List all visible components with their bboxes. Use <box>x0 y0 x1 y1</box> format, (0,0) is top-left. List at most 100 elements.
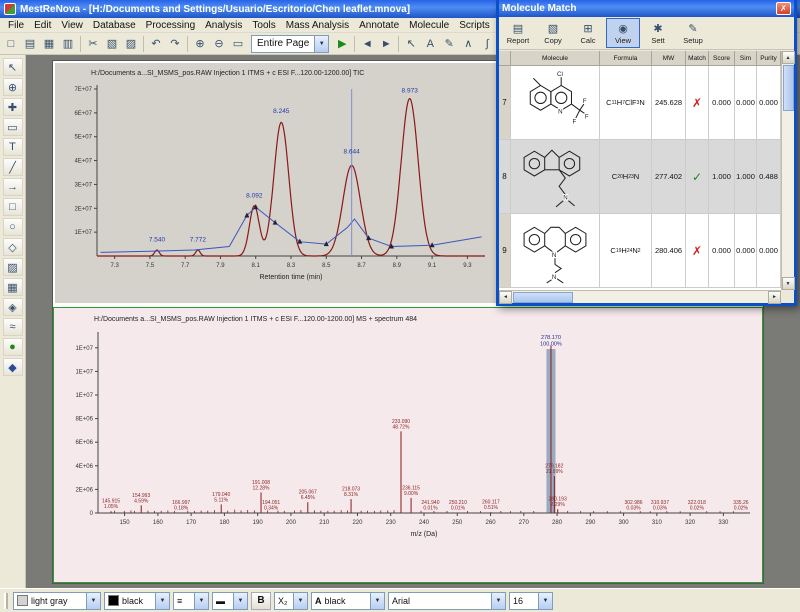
menu-molecule[interactable]: Molecule <box>404 19 454 32</box>
dropdown-arrow-icon[interactable]: ▼ <box>491 593 505 609</box>
paste-icon[interactable]: ▨ <box>122 35 140 53</box>
mass-spectrum-plot[interactable]: H:/Documents a...SI_MSMS_pos.RAW Injecti… <box>53 307 763 583</box>
menu-edit[interactable]: Edit <box>29 19 56 32</box>
dialog-close-button[interactable]: ✗ <box>776 2 791 15</box>
toolbar-grip[interactable] <box>4 593 8 609</box>
page-icon[interactable]: ▭ <box>3 118 23 136</box>
spectrum-icon[interactable]: ≈ <box>3 318 23 336</box>
dropdown-arrow-icon[interactable]: ▼ <box>86 593 100 609</box>
save-icon[interactable]: ▦ <box>40 35 58 53</box>
zoom-in-icon[interactable]: ⊕ <box>191 35 209 53</box>
menu-annotate[interactable]: Annotate <box>354 19 404 32</box>
text-tool-icon[interactable]: A <box>421 35 439 53</box>
dropdown-arrow-icon[interactable]: ▼ <box>194 593 208 609</box>
new-document-icon[interactable]: □ <box>2 35 20 53</box>
menu-scripts[interactable]: Scripts <box>454 19 495 32</box>
text-icon[interactable]: T <box>3 138 23 156</box>
menu-tools[interactable]: Tools <box>247 19 280 32</box>
run-script-icon[interactable]: ▶ <box>333 35 351 53</box>
column-header-blank[interactable] <box>499 51 511 66</box>
next-page-icon[interactable]: ► <box>377 35 395 53</box>
menu-processing[interactable]: Processing <box>141 19 200 32</box>
fill-color-select[interactable]: black ▼ <box>104 592 170 610</box>
dropdown-arrow-icon[interactable]: ▼ <box>293 593 307 609</box>
image-icon[interactable]: ▨ <box>3 258 23 276</box>
scroll-left-icon[interactable]: ◄ <box>499 291 512 304</box>
scrollbar-thumb[interactable] <box>783 65 794 111</box>
table-icon[interactable]: ▦ <box>3 278 23 296</box>
polygon-icon[interactable]: ◇ <box>3 238 23 256</box>
scroll-right-icon[interactable]: ► <box>768 291 781 304</box>
molecule-icon[interactable]: ◈ <box>3 298 23 316</box>
vertical-scrollbar[interactable]: ▲ ▼ <box>781 51 794 290</box>
rectangle-icon[interactable]: □ <box>3 198 23 216</box>
print-icon[interactable]: ▥ <box>59 35 77 53</box>
menu-file[interactable]: File <box>3 19 29 32</box>
mm-button-calc[interactable]: ⊞Calc <box>571 18 605 48</box>
pan-tool-icon[interactable]: ✚ <box>3 98 23 116</box>
mass-spectrum-svg[interactable]: 1E+071E+071E+078E+066E+064E+062E+0601501… <box>58 328 758 580</box>
scrollbar-thumb[interactable] <box>513 292 573 303</box>
dropdown-arrow-icon[interactable]: ▼ <box>538 593 552 609</box>
cut-icon[interactable]: ✂ <box>84 35 102 53</box>
dialog-titlebar[interactable]: Molecule Match ✗ <box>499 0 794 17</box>
fit-page-icon[interactable]: ▭ <box>229 35 247 53</box>
scroll-down-icon[interactable]: ▼ <box>782 277 795 290</box>
zoom-out-icon[interactable]: ⊖ <box>210 35 228 53</box>
molecule-match-dialog[interactable]: Molecule Match ✗ ▤Report▧Copy⊞Calc◉View✱… <box>496 0 797 306</box>
undo-icon[interactable]: ↶ <box>147 35 165 53</box>
column-header-match[interactable]: Match <box>686 51 709 66</box>
mm-button-sett[interactable]: ✱Sett <box>641 18 675 48</box>
font-family-select[interactable]: Arial ▼ <box>388 592 506 610</box>
column-header-purity[interactable]: Purity <box>757 51 781 66</box>
column-header-sim[interactable]: Sim <box>735 51 757 66</box>
column-header-mw[interactable]: MW <box>652 51 686 66</box>
bold-button[interactable]: B <box>251 592 271 610</box>
open-file-icon[interactable]: ▤ <box>21 35 39 53</box>
font-size-select[interactable]: 16 ▼ <box>509 592 553 610</box>
blue-tool-icon[interactable]: ◆ <box>3 358 23 376</box>
integration-icon[interactable]: ∫ <box>478 35 496 53</box>
column-header-molecule[interactable]: Molecule <box>511 51 600 66</box>
arrow-icon[interactable]: → <box>3 178 23 196</box>
mm-button-report[interactable]: ▤Report <box>501 18 535 48</box>
font-color-select[interactable]: A black ▼ <box>311 592 385 610</box>
dropdown-arrow-icon[interactable]: ▼ <box>233 593 247 609</box>
horizontal-scrollbar[interactable]: ◄ ► <box>499 290 781 303</box>
molecule-match-table[interactable]: MoleculeFormulaMWMatchScoreSimPurity 7 C… <box>499 51 781 290</box>
subscript-select[interactable]: X₂ ▼ <box>274 592 308 610</box>
molecule-row-8[interactable]: 8 N C20H23N277.402✓1.0001.0000.488 <box>499 140 781 214</box>
menu-database[interactable]: Database <box>88 19 141 32</box>
pointer-icon[interactable]: ↖ <box>3 58 23 76</box>
dropdown-arrow-icon[interactable]: ▼ <box>370 593 384 609</box>
menu-mass-analysis[interactable]: Mass Analysis <box>281 19 354 32</box>
menu-view[interactable]: View <box>56 19 88 32</box>
menu-analysis[interactable]: Analysis <box>200 19 247 32</box>
line-style-select[interactable]: ≡ ▼ <box>173 592 209 610</box>
pen-color-select[interactable]: light gray ▼ <box>13 592 101 610</box>
line-width-select[interactable]: ▬ ▼ <box>212 592 248 610</box>
column-header-score[interactable]: Score <box>709 51 735 66</box>
dropdown-arrow-icon[interactable]: ▼ <box>314 36 328 52</box>
peak-picking-icon[interactable]: ∧ <box>459 35 477 53</box>
molecule-row-7[interactable]: 7 ClN FFF C11H7ClF3N245.628✗0.0000.0000.… <box>499 66 781 140</box>
column-header-formula[interactable]: Formula <box>600 51 652 66</box>
mm-button-copy[interactable]: ▧Copy <box>536 18 570 48</box>
scroll-up-icon[interactable]: ▲ <box>782 51 795 64</box>
pointer-tool-icon[interactable]: ↖ <box>402 35 420 53</box>
chromatogram-plot[interactable]: H:/Documents a...SI_MSMS_pos.RAW Injecti… <box>55 63 501 303</box>
copy-icon[interactable]: ▧ <box>103 35 121 53</box>
zoom-level-select[interactable]: Entire Page ▼ <box>251 35 329 53</box>
molecule-row-9[interactable]: 9 NN C19H24N2280.406✗0.0000.0000.000 <box>499 214 781 288</box>
mm-button-setup[interactable]: ✎Setup <box>676 18 710 48</box>
zoom-tool-icon[interactable]: ⊕ <box>3 78 23 96</box>
redo-icon[interactable]: ↷ <box>166 35 184 53</box>
mm-button-view[interactable]: ◉View <box>606 18 640 48</box>
ellipse-icon[interactable]: ○ <box>3 218 23 236</box>
previous-page-icon[interactable]: ◄ <box>358 35 376 53</box>
dropdown-arrow-icon[interactable]: ▼ <box>155 593 169 609</box>
line-icon[interactable]: ╱ <box>3 158 23 176</box>
pencil-tool-icon[interactable]: ✎ <box>440 35 458 53</box>
chromatogram-svg[interactable]: 7E+076E+075E+074E+073E+072E+071E+077.37.… <box>57 81 495 303</box>
green-status-icon[interactable]: ● <box>3 338 23 356</box>
